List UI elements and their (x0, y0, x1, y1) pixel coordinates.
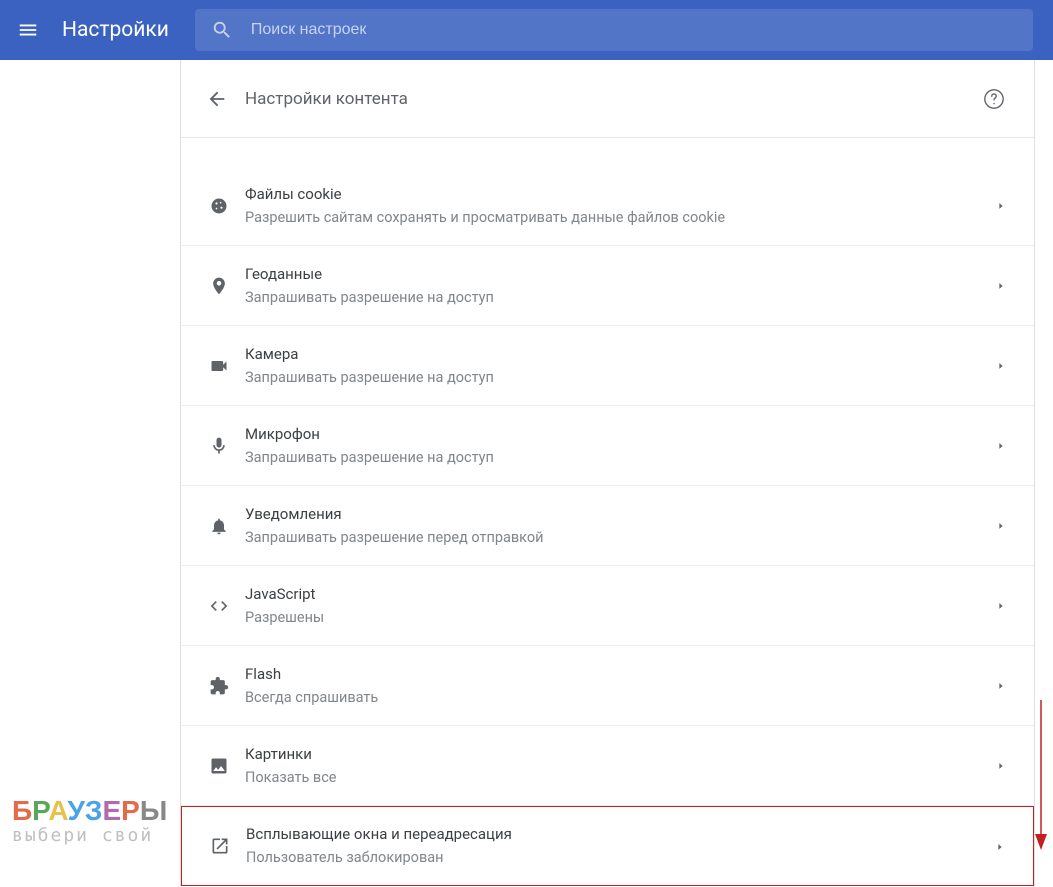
chevron-right-icon (995, 837, 1005, 856)
bell-icon (199, 516, 239, 536)
setting-row-mic[interactable]: МикрофонЗапрашивать разрешение на доступ (181, 406, 1034, 486)
row-label: Картинки (245, 743, 996, 765)
app-header: Настройки (0, 0, 1053, 60)
camera-icon (199, 356, 239, 376)
watermark-line1: БРАУЗЕРЫ (12, 795, 167, 827)
setting-row-popup[interactable]: Всплывающие окна и переадресацияПользова… (181, 806, 1034, 886)
row-desc: Разрешены (245, 607, 996, 629)
setting-row-bell[interactable]: УведомленияЗапрашивать разрешение перед … (181, 486, 1034, 566)
setting-row-camera[interactable]: КамераЗапрашивать разрешение на доступ (181, 326, 1034, 406)
location-icon (199, 276, 239, 296)
row-desc: Запрашивать разрешение на доступ (245, 367, 996, 389)
chevron-right-icon (996, 276, 1006, 295)
row-desc: Показать все (245, 767, 996, 789)
chevron-right-icon (996, 756, 1006, 775)
row-text: Файлы cookieРазрешить сайтам сохранять и… (245, 183, 996, 229)
row-text: КартинкиПоказать все (245, 743, 996, 789)
search-container[interactable] (195, 9, 1033, 51)
row-desc: Разрешить сайтам сохранять и просматрива… (245, 207, 996, 229)
chevron-right-icon (996, 516, 1006, 535)
row-desc: Запрашивать разрешение на доступ (245, 447, 996, 469)
row-text: КамераЗапрашивать разрешение на доступ (245, 343, 996, 389)
arrow-back-icon (206, 88, 228, 110)
watermark-line2: выбери свой (12, 825, 167, 846)
popup-icon (200, 836, 240, 856)
help-button[interactable] (982, 87, 1006, 111)
row-label: Файлы cookie (245, 183, 996, 205)
chevron-right-icon (996, 596, 1006, 615)
chevron-right-icon (996, 196, 1006, 215)
panel-header: Настройки контента (181, 60, 1034, 138)
content-settings-panel: Настройки контента Файлы cookieРазрешить… (180, 60, 1035, 887)
search-input[interactable] (251, 21, 1017, 39)
setting-row-cookie[interactable]: Файлы cookieРазрешить сайтам сохранять и… (181, 166, 1034, 246)
menu-button[interactable] (10, 12, 46, 48)
row-desc: Всегда спрашивать (245, 687, 996, 709)
help-icon (983, 88, 1005, 110)
settings-list: Файлы cookieРазрешить сайтам сохранять и… (181, 166, 1034, 886)
chevron-right-icon (996, 356, 1006, 375)
setting-row-puzzle[interactable]: FlashВсегда спрашивать (181, 646, 1034, 726)
row-text: ГеоданныеЗапрашивать разрешение на досту… (245, 263, 996, 309)
row-text: FlashВсегда спрашивать (245, 663, 996, 709)
row-desc: Пользователь заблокирован (246, 847, 995, 869)
row-text: Всплывающие окна и переадресацияПользова… (246, 823, 995, 869)
watermark-logo: БРАУЗЕРЫ выбери свой (12, 795, 167, 846)
row-label: Flash (245, 663, 996, 685)
puzzle-icon (199, 676, 239, 696)
code-icon (199, 596, 239, 616)
row-label: Уведомления (245, 503, 996, 525)
mic-icon (199, 436, 239, 456)
hamburger-icon (17, 19, 39, 41)
row-label: Всплывающие окна и переадресация (246, 823, 995, 845)
setting-row-code[interactable]: JavaScriptРазрешены (181, 566, 1034, 646)
row-desc: Запрашивать разрешение перед отправкой (245, 527, 996, 549)
setting-row-image[interactable]: КартинкиПоказать все (181, 726, 1034, 806)
row-text: JavaScriptРазрешены (245, 583, 996, 629)
cookie-icon (199, 196, 239, 216)
app-title: Настройки (62, 18, 169, 42)
row-text: УведомленияЗапрашивать разрешение перед … (245, 503, 996, 549)
image-icon (199, 756, 239, 776)
row-desc: Запрашивать разрешение на доступ (245, 287, 996, 309)
row-label: Камера (245, 343, 996, 365)
chevron-right-icon (996, 436, 1006, 455)
panel-title: Настройки контента (245, 89, 982, 109)
back-button[interactable] (199, 81, 235, 117)
row-label: JavaScript (245, 583, 996, 605)
row-label: Микрофон (245, 423, 996, 445)
search-icon (211, 19, 233, 41)
setting-row-location[interactable]: ГеоданныеЗапрашивать разрешение на досту… (181, 246, 1034, 326)
row-label: Геоданные (245, 263, 996, 285)
row-text: МикрофонЗапрашивать разрешение на доступ (245, 423, 996, 469)
chevron-right-icon (996, 676, 1006, 695)
